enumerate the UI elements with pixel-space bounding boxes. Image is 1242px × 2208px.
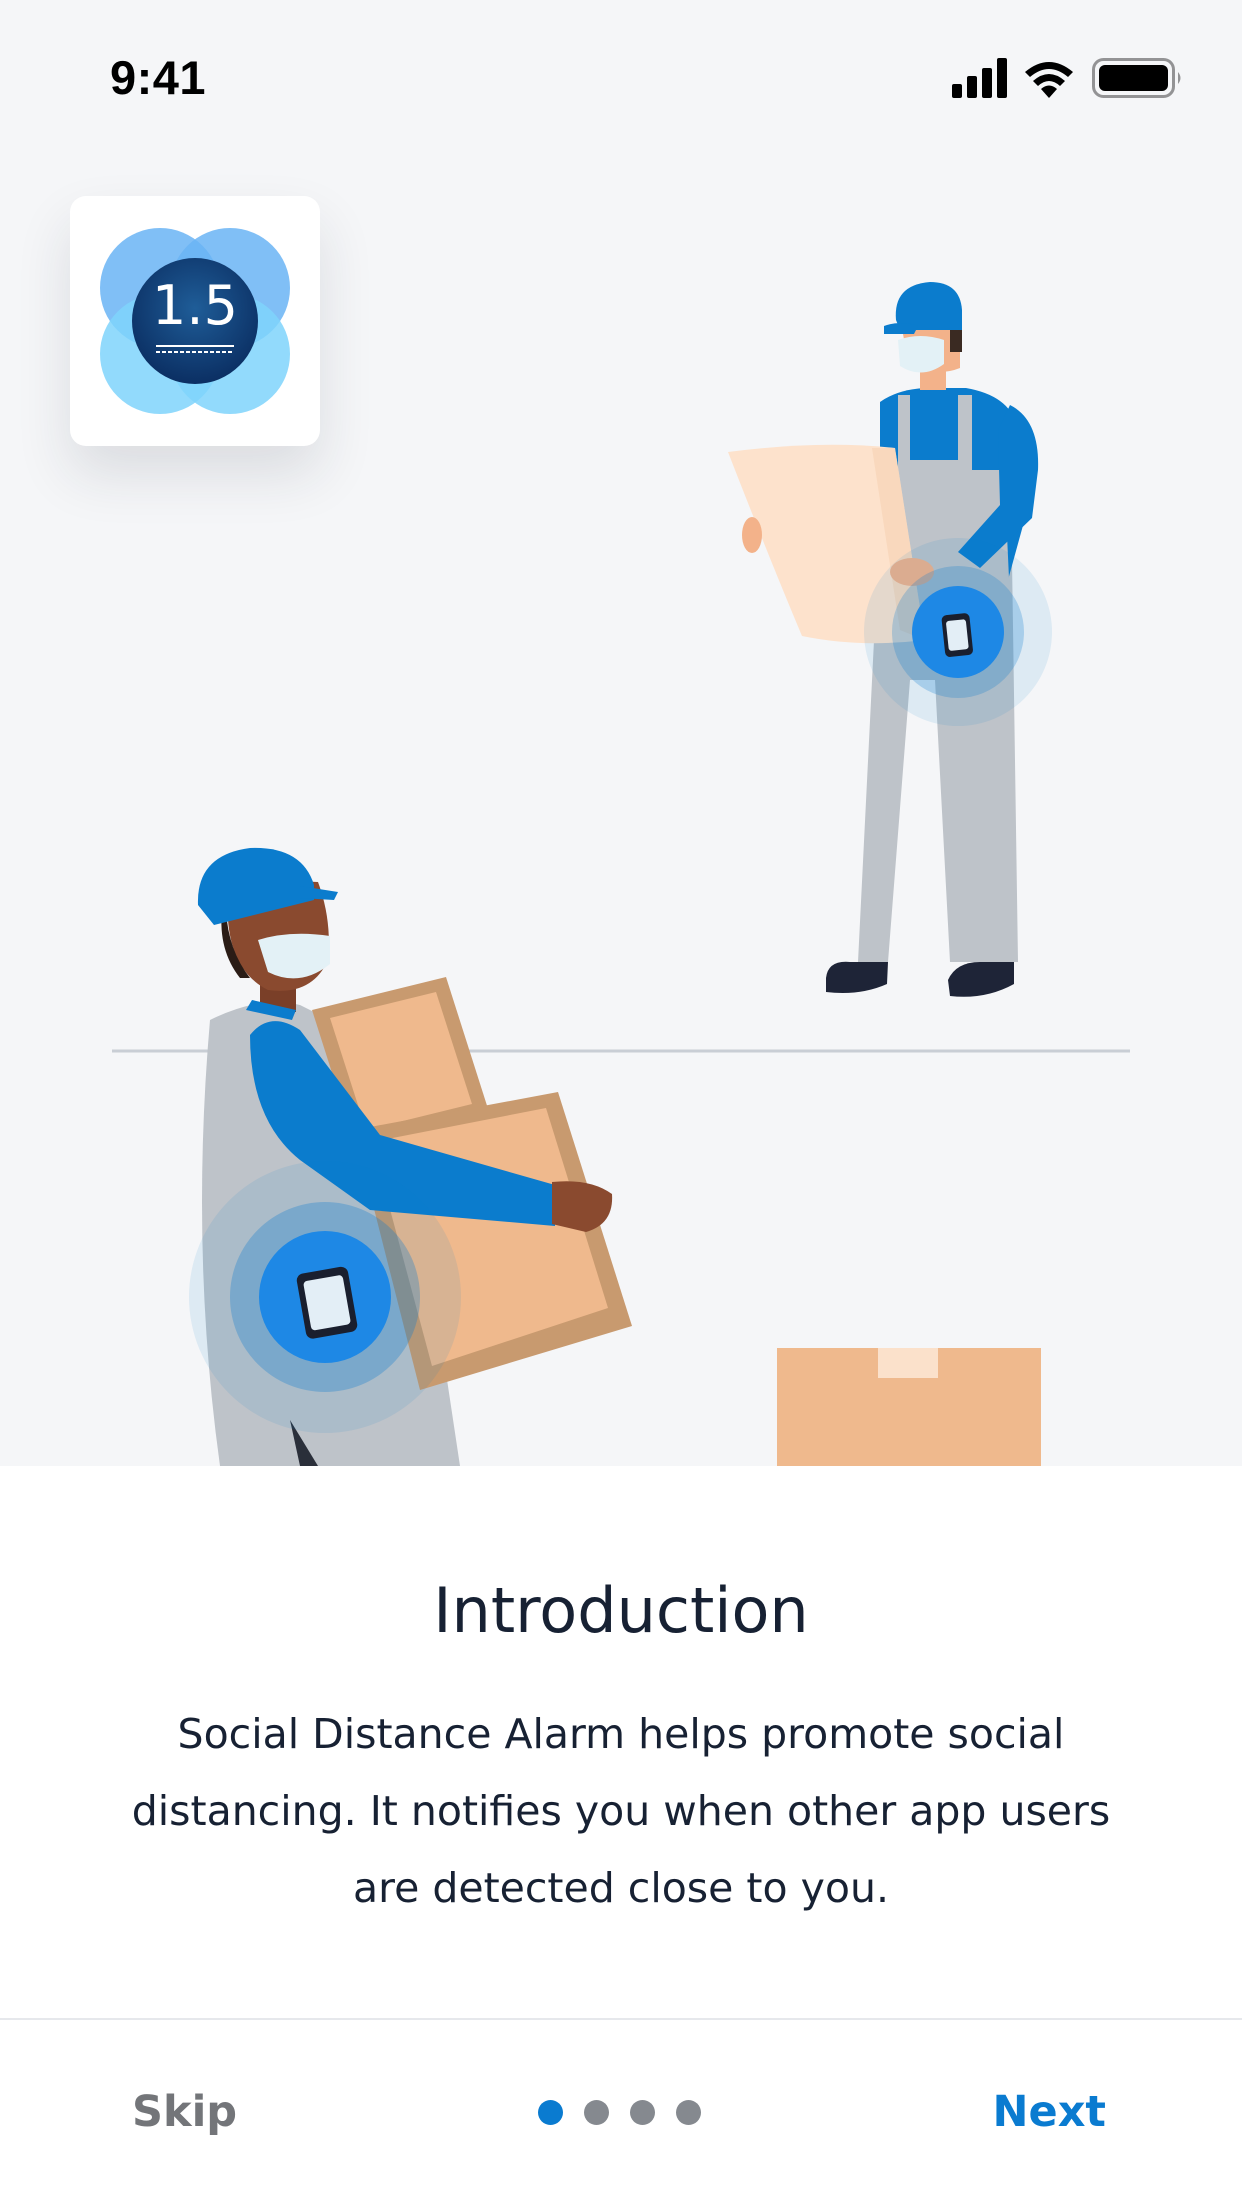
battery-icon [1092,58,1181,98]
cellular-signal-icon [952,58,1007,98]
status-bar: 9:41 [0,0,1242,140]
page-dot-1[interactable] [538,2100,563,2125]
app-logo-text: 1.5 [152,274,238,337]
page-description: Social Distance Alarm helps promote soci… [131,1710,1111,1912]
worker-left [189,847,632,1466]
page-title: Introduction [433,1574,809,1647]
floor-box [777,1348,1041,1466]
hero-illustration: 1.5 [0,0,1242,1466]
skip-button[interactable]: Skip [132,2087,237,2137]
onboarding-footer: Skip Next [0,2018,1242,2208]
status-time: 9:41 [110,51,207,104]
next-button[interactable]: Next [993,2087,1106,2137]
onboarding-screen: 1.5 9:41 Introduction Social Distance Al… [0,0,1242,2208]
onboarding-content: Introduction Social Distance Alarm helps… [0,1466,1242,2018]
page-indicator [538,2100,708,2126]
page-dot-4[interactable] [676,2100,701,2125]
wifi-icon [1025,62,1073,98]
worker-right [728,282,1052,997]
page-dot-3[interactable] [630,2100,655,2125]
page-dot-2[interactable] [584,2100,609,2125]
status-icons [952,56,1192,100]
app-logo-card: 1.5 [70,196,320,446]
